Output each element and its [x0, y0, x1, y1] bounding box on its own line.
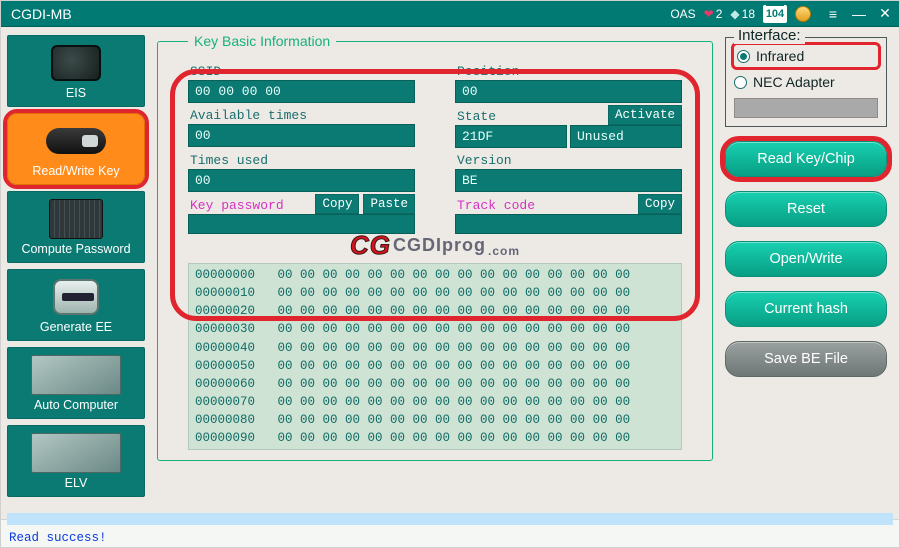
times-used-label: Times used [188, 150, 415, 169]
open-write-button[interactable]: Open/Write [725, 241, 887, 277]
eis-icon [51, 45, 101, 81]
paste-button[interactable]: Paste [363, 194, 415, 214]
sidebar-item-read-write-key[interactable]: Read/Write Key [7, 113, 145, 185]
copy-button[interactable]: Copy [315, 194, 359, 214]
version-value[interactable]: BE [455, 169, 682, 192]
diamond-icon: ◆ [730, 7, 739, 21]
kbi-legend: Key Basic Information [188, 33, 336, 49]
activate-button[interactable]: Activate [608, 105, 682, 125]
interface-highlight: Infrared [731, 42, 881, 70]
radio-dot-icon [737, 50, 750, 63]
hex-dump[interactable]: 00000000 00 00 00 00 00 00 00 00 00 00 0… [188, 263, 682, 450]
field-position: Position 00 [455, 61, 682, 103]
interface-disabled-field [734, 98, 878, 118]
header-status-area: OAS ❤ 2 ◆ 18 104 [670, 5, 811, 23]
progress-bar [7, 513, 893, 525]
field-track-code: Track code Copy [455, 194, 682, 234]
footer: Read success! [1, 519, 899, 547]
sidebar-item-eis[interactable]: EIS [7, 35, 145, 107]
close-icon[interactable]: ✕ [877, 5, 893, 22]
watermark-logo: CG [350, 230, 391, 261]
right-pane: Interface: Infrared NEC Adapter Read Key… [721, 27, 899, 519]
state-status[interactable]: Unused [570, 125, 682, 148]
field-ssid: SSID 00 00 00 00 [188, 61, 415, 103]
ruby-count: ❤ 2 [704, 7, 723, 21]
diamond-value: 18 [742, 7, 755, 21]
window-controls: ≡ — ✕ [825, 5, 893, 22]
field-available-times: Available times 00 [188, 105, 415, 148]
save-be-file-button[interactable]: Save BE File [725, 341, 887, 377]
version-label: Version [455, 150, 682, 169]
track-code-value[interactable] [455, 214, 682, 234]
titlebar: CGDI-MB OAS ❤ 2 ◆ 18 104 ≡ — ✕ [1, 1, 899, 27]
state-value[interactable]: 21DF [455, 125, 567, 148]
current-hash-button[interactable]: Current hash [725, 291, 887, 327]
sidebar: EIS Read/Write Key Compute Password Gene… [1, 27, 151, 519]
menu-icon[interactable]: ≡ [825, 5, 841, 22]
oas-label: OAS [670, 7, 695, 21]
key-basic-info-group: Key Basic Information SSID 00 00 00 00 P… [157, 33, 713, 461]
sidebar-item-label: ELV [65, 476, 88, 490]
watermark-text: CGDIprog [393, 235, 486, 256]
track-copy-button[interactable]: Copy [638, 194, 682, 214]
radio-nec-adapter[interactable]: NEC Adapter [734, 72, 878, 92]
sidebar-item-label: Auto Computer [34, 398, 118, 412]
ruby-icon: ❤ [704, 7, 714, 21]
sidebar-item-compute-password[interactable]: Compute Password [7, 191, 145, 263]
state-label: State [455, 106, 498, 125]
radio-nec-label: NEC Adapter [753, 74, 835, 90]
watermark-dotcom: .com [488, 244, 520, 258]
sidebar-item-generate-ee[interactable]: Generate EE [7, 269, 145, 341]
printer-icon [53, 279, 99, 315]
position-label: Position [455, 61, 682, 80]
sidebar-item-label: Generate EE [40, 320, 112, 334]
minimize-icon[interactable]: — [851, 5, 867, 22]
diamond-count: ◆ 18 [730, 7, 755, 21]
coin-icon[interactable] [795, 6, 811, 22]
field-times-used: Times used 00 [188, 150, 415, 192]
available-times-label: Available times [188, 105, 415, 124]
available-times-value[interactable]: 00 [188, 124, 415, 147]
status-text: Read success! [9, 531, 107, 545]
sidebar-item-elv[interactable]: ELV [7, 425, 145, 497]
ssid-label: SSID [188, 61, 415, 80]
chip-icon [49, 199, 103, 239]
ecu-icon [31, 355, 121, 395]
interface-title: Interface: [734, 27, 805, 44]
calendar-value: 104 [766, 8, 784, 20]
reset-button[interactable]: Reset [725, 191, 887, 227]
sidebar-item-label: Compute Password [21, 242, 130, 256]
radio-infrared[interactable]: Infrared [737, 46, 875, 66]
interface-group: Interface: Infrared NEC Adapter [725, 37, 887, 127]
sidebar-item-auto-computer[interactable]: Auto Computer [7, 347, 145, 419]
radio-infrared-label: Infrared [756, 48, 804, 64]
field-key-password: Key password Copy Paste [188, 194, 415, 234]
field-version: Version BE [455, 150, 682, 192]
center-pane: Key Basic Information SSID 00 00 00 00 P… [151, 27, 721, 519]
sidebar-item-label: Read/Write Key [32, 164, 119, 178]
app-title: CGDI-MB [11, 6, 72, 22]
position-value[interactable]: 00 [455, 80, 682, 103]
read-key-chip-button[interactable]: Read Key/Chip [725, 141, 887, 177]
sidebar-item-label: EIS [66, 86, 86, 100]
key-password-label: Key password [188, 195, 286, 214]
track-code-label: Track code [455, 195, 537, 214]
key-icon [46, 128, 106, 154]
watermark: CG CGDIprog .com [188, 230, 682, 261]
radio-dot-icon [734, 76, 747, 89]
ssid-value[interactable]: 00 00 00 00 [188, 80, 415, 103]
calendar-badge[interactable]: 104 [763, 5, 787, 23]
times-used-value[interactable]: 00 [188, 169, 415, 192]
elv-icon [31, 433, 121, 473]
ruby-value: 2 [716, 7, 723, 21]
field-state: State Activate 21DF Unused [455, 105, 682, 148]
